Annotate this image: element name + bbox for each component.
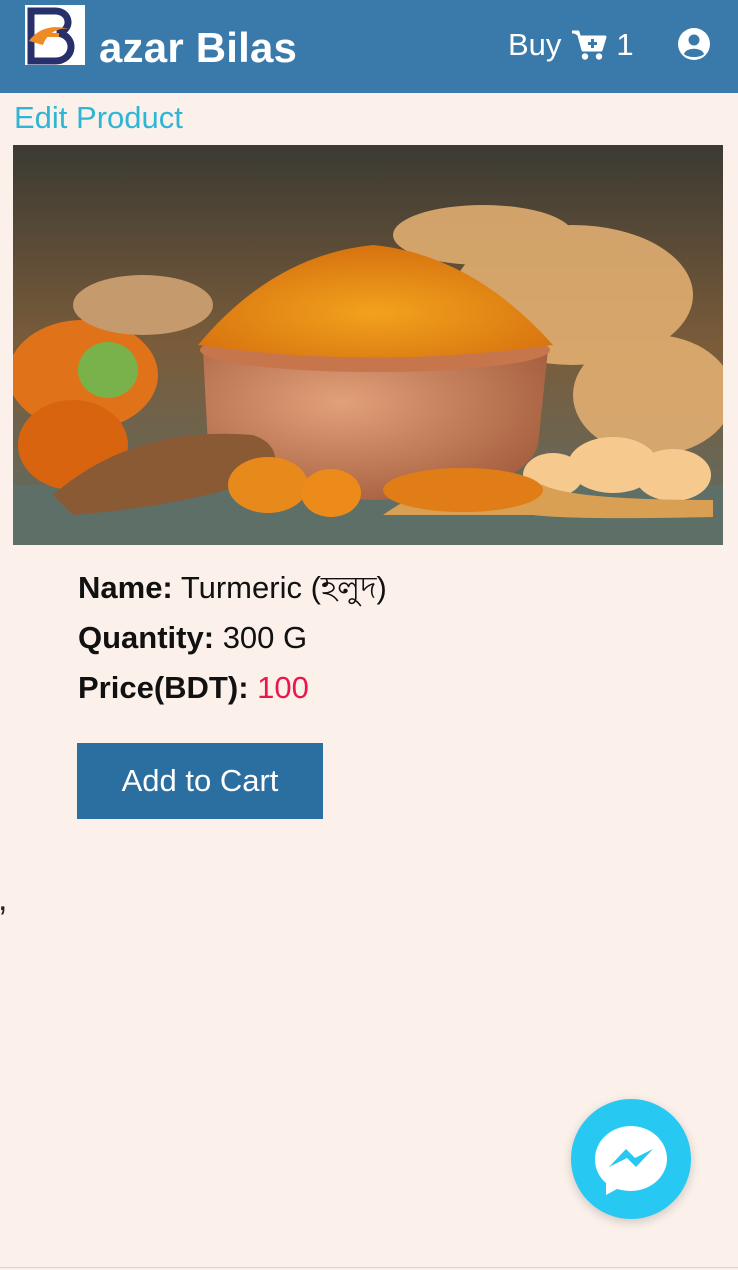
name-row: Name: Turmeric (হলুদ) — [78, 563, 387, 613]
brand-logo[interactable] — [25, 5, 85, 65]
product-image — [13, 145, 723, 545]
price-value: 100 — [257, 670, 309, 705]
brand-name[interactable]: azar Bilas — [99, 24, 297, 72]
cart-count: 1 — [616, 27, 634, 62]
name-value: Turmeric (হলুদ) — [180, 570, 387, 605]
quantity-value: 300 G — [222, 620, 308, 655]
stray-comma: , — [0, 880, 7, 919]
cart-plus-icon — [571, 29, 607, 61]
product-details: Name: Turmeric (হলুদ) Quantity: 300 G Pr… — [78, 563, 387, 713]
buy-label: Buy — [508, 27, 562, 62]
name-label: Name: — [78, 570, 173, 605]
edit-product-link[interactable]: Edit Product — [14, 100, 183, 136]
add-to-cart-button[interactable]: Add to Cart — [77, 743, 323, 819]
bottom-divider — [0, 1267, 738, 1268]
navbar: azar Bilas Buy 1 — [0, 0, 738, 93]
user-circle-icon[interactable] — [678, 28, 710, 60]
messenger-chat-button[interactable] — [571, 1099, 691, 1219]
price-row: Price(BDT): 100 — [78, 663, 387, 713]
price-label: Price(BDT): — [78, 670, 249, 705]
buy-cart-link[interactable]: Buy 1 — [508, 26, 634, 64]
quantity-label: Quantity: — [78, 620, 215, 655]
quantity-row: Quantity: 300 G — [78, 613, 387, 663]
messenger-icon — [595, 1126, 667, 1195]
